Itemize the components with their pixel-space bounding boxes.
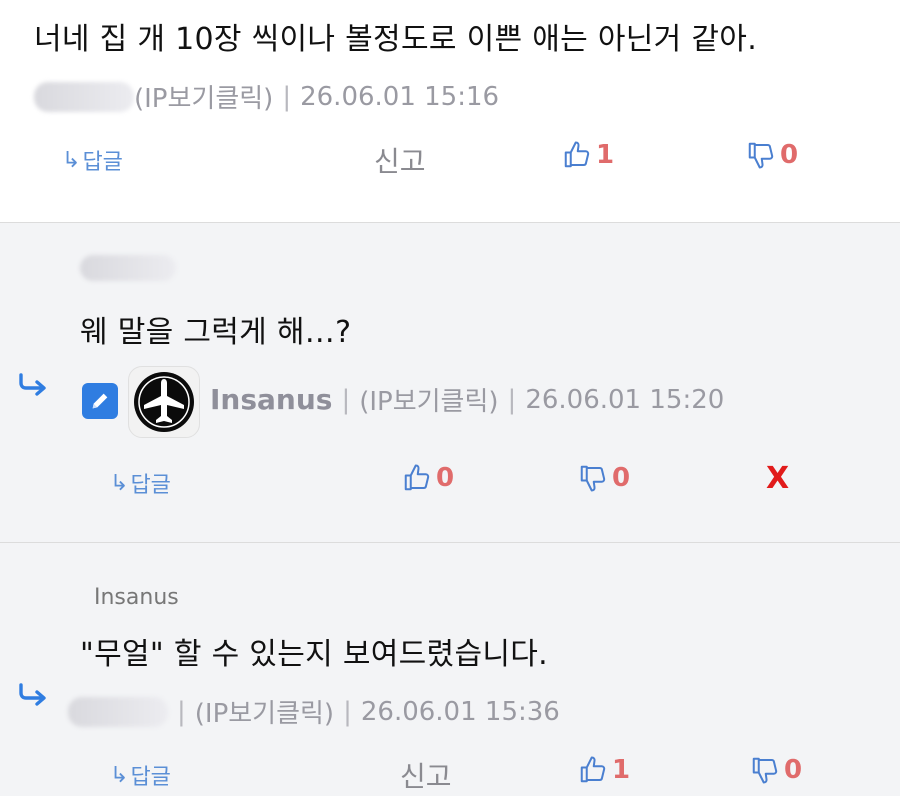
pencil-icon[interactable] <box>82 383 118 419</box>
ip-view-link[interactable]: (IP보기클릭) <box>359 381 498 418</box>
report-button[interactable]: 신고 <box>374 140 426 180</box>
dislike-button[interactable]: 0 <box>578 463 630 493</box>
thumbs-down-icon <box>748 142 774 169</box>
comment-meta: (IP보기클릭) | 26.06.01 15:16 <box>34 78 499 115</box>
reply-arrow-icon <box>19 683 46 706</box>
ip-view-link[interactable]: (IP보기클릭) <box>195 693 334 730</box>
pencil-glyph <box>92 393 108 409</box>
like-count: 1 <box>596 140 615 170</box>
comment-item: Insanus "무얼" 할 수 있는지 보여드렸습니다. | (IP보기클릭)… <box>0 543 900 796</box>
thumbs-down-icon <box>580 465 606 492</box>
meta-separator: | <box>341 384 351 415</box>
thumbs-up-icon <box>404 464 430 491</box>
reply-label: 답글 <box>130 765 171 790</box>
meta-separator: | <box>282 81 292 112</box>
dislike-button[interactable]: 0 <box>746 140 798 170</box>
comment-timestamp: 26.06.01 15:36 <box>360 696 560 727</box>
reply-label: 답글 <box>130 473 171 498</box>
thumbs-down-icon <box>752 757 778 784</box>
like-button[interactable]: 1 <box>562 140 614 170</box>
comment-timestamp: 26.06.01 15:16 <box>300 81 500 112</box>
thumbs-up-icon <box>564 141 590 168</box>
reply-arrow-small-icon: ↳ <box>62 147 81 173</box>
author-name[interactable]: Insanus <box>210 383 332 416</box>
thumbs-up-icon <box>580 756 606 783</box>
comment-meta: Insanus | (IP보기클릭) | 26.06.01 15:20 <box>210 381 724 418</box>
meta-separator: | <box>507 384 517 415</box>
delete-button[interactable]: X <box>766 461 789 496</box>
dislike-button[interactable]: 0 <box>750 755 802 785</box>
dislike-count: 0 <box>780 140 799 170</box>
reply-label: 답글 <box>82 150 123 175</box>
like-button[interactable]: 0 <box>402 463 454 493</box>
ip-view-link[interactable]: (IP보기클릭) <box>134 78 273 115</box>
avatar[interactable] <box>128 366 200 438</box>
comment-item: 웨 말을 그럭게 해…? Insanus | (IP보기클릭) | 26.06.… <box>0 223 900 543</box>
blurred-username <box>68 696 168 727</box>
comment-text: "무얼" 할 수 있는지 보여드렸습니다. <box>80 637 548 672</box>
reply-arrow-small-icon: ↳ <box>110 762 129 788</box>
mention-name[interactable]: Insanus <box>94 585 179 610</box>
reply-button[interactable]: ↳ 답글 <box>110 467 171 499</box>
dislike-count: 0 <box>784 755 803 785</box>
blurred-username <box>34 81 134 112</box>
meta-separator: | <box>177 696 186 727</box>
meta-separator: | <box>343 696 352 727</box>
comment-item: 너네 집 개 10장 씩이나 볼정도로 이쁜 애는 아닌거 같아. (IP보기클… <box>0 0 900 223</box>
like-count: 1 <box>612 755 631 785</box>
reply-arrow-small-icon: ↳ <box>110 470 129 496</box>
report-button[interactable]: 신고 <box>400 755 452 795</box>
like-count: 0 <box>436 463 455 493</box>
reply-button[interactable]: ↳ 답글 <box>110 759 171 791</box>
reply-arrow-icon <box>19 373 46 396</box>
blurred-mention <box>80 255 176 281</box>
comment-timestamp: 26.06.01 15:20 <box>525 384 725 415</box>
comment-text: 너네 집 개 10장 씩이나 볼정도로 이쁜 애는 아닌거 같아. <box>34 22 758 57</box>
reply-button[interactable]: ↳ 답글 <box>62 144 123 176</box>
airplane-icon <box>134 372 194 432</box>
like-button[interactable]: 1 <box>578 755 630 785</box>
comment-text: 웨 말을 그럭게 해…? <box>80 315 352 350</box>
dislike-count: 0 <box>612 463 631 493</box>
comment-meta: | (IP보기클릭) | 26.06.01 15:36 <box>68 693 560 730</box>
